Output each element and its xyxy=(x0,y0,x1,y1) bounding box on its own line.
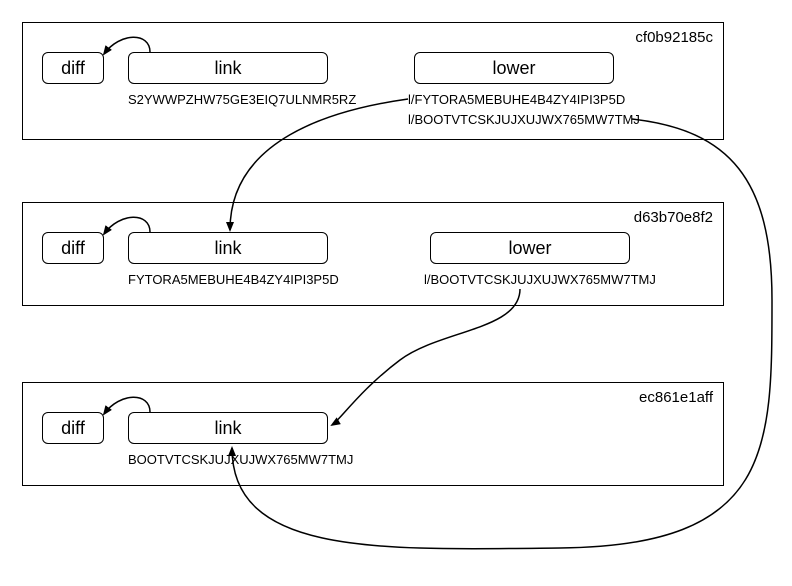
diagram-canvas: cf0b92185c diff link lower S2YWWPZHW75GE… xyxy=(0,0,792,586)
lower-caption-1-0: l/BOOTVTCSKJUJXUJWX765MW7TMJ xyxy=(424,272,656,287)
link-box-1: link xyxy=(128,232,328,264)
link-caption-0: S2YWWPZHW75GE3EIQ7ULNMR5RZ xyxy=(128,92,328,107)
diff-box-2: diff xyxy=(42,412,104,444)
diff-box-1: diff xyxy=(42,232,104,264)
lower-caption-0-1: l/BOOTVTCSKJUJXUJWX765MW7TMJ xyxy=(408,112,640,127)
lower-caption-0-0: l/FYTORA5MEBUHE4B4ZY4IPI3P5D xyxy=(408,92,625,107)
lower-box-1: lower xyxy=(430,232,630,264)
diff-box-0: diff xyxy=(42,52,104,84)
layer-id-1: d63b70e8f2 xyxy=(634,209,713,226)
layer-id-2: ec861e1aff xyxy=(639,389,713,406)
link-box-2: link xyxy=(128,412,328,444)
link-caption-2: BOOTVTCSKJUJXUJWX765MW7TMJ xyxy=(128,452,328,467)
lower-box-0: lower xyxy=(414,52,614,84)
link-caption-1: FYTORA5MEBUHE4B4ZY4IPI3P5D xyxy=(128,272,328,287)
layer-id-0: cf0b92185c xyxy=(635,29,713,46)
link-box-0: link xyxy=(128,52,328,84)
